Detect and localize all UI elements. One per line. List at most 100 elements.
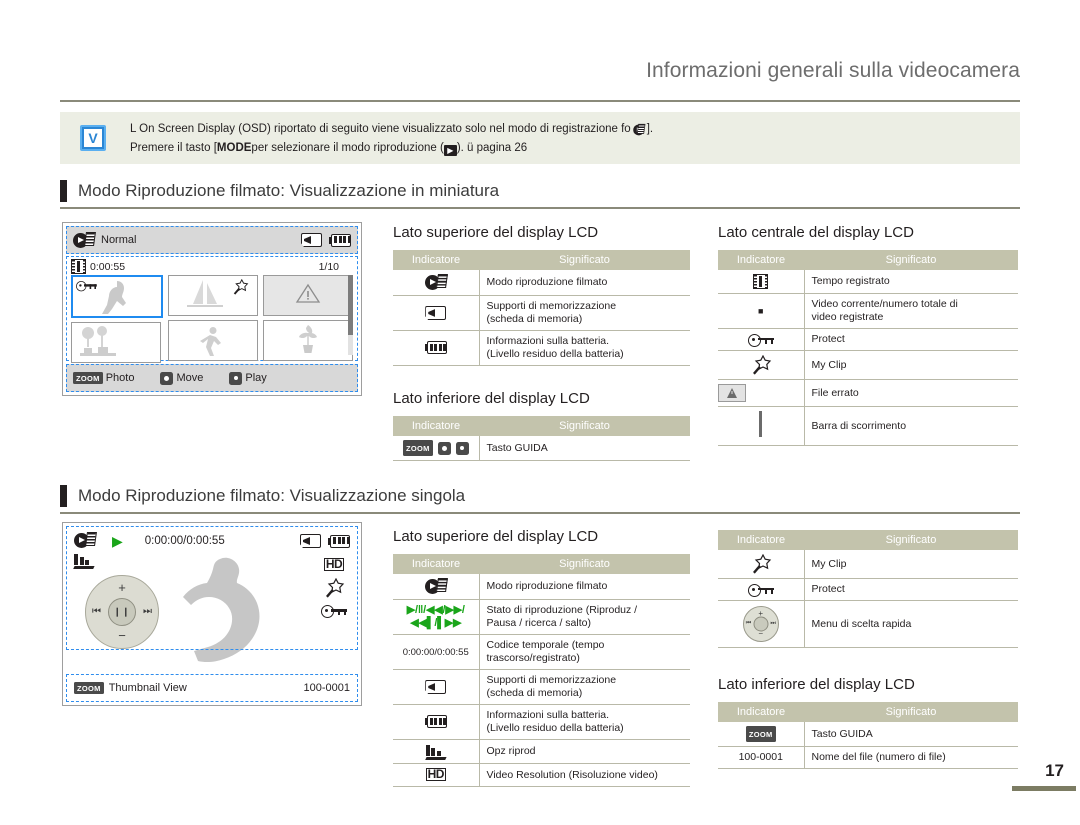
my-clip-icon: [750, 355, 772, 375]
cell-meaning: Tempo registrato: [804, 270, 1018, 294]
table-row: 100-0001 Nome del file (numero di file): [718, 746, 1018, 769]
cell-indicator: [393, 330, 480, 366]
col-meaning: Significato: [479, 416, 690, 436]
cell-indicator: [718, 406, 805, 446]
table-row: File errato: [718, 379, 1018, 407]
note-text: L On Screen Display (OSD) riportato di s…: [130, 120, 1012, 158]
meaning-line-1: Protect: [811, 583, 845, 595]
table-row: Protect: [718, 328, 1018, 351]
thumbnail-cell[interactable]: [168, 275, 258, 316]
error-file-icon: [295, 282, 321, 309]
col-meaning: Significato: [804, 250, 1018, 270]
dial-next-icon[interactable]: ⏭: [143, 607, 152, 617]
cell-indicator: [393, 739, 480, 764]
memory-card-icon: [425, 306, 447, 320]
table-row: ■ Video corrente/numero totale di video …: [718, 293, 1018, 329]
table-header-row: Indicatore Significato: [718, 702, 1018, 722]
guide-play[interactable]: Play: [229, 371, 267, 385]
dial-down-icon[interactable]: −: [118, 629, 126, 642]
table-thumb-center: Indicatore Significato Tempo registrato …: [718, 250, 1018, 446]
lcd-bottom-bar: ZOOM Photo Move Play: [66, 364, 358, 392]
cell-meaning: Stato di riproduzione (Riproduz / Pausa …: [479, 599, 690, 635]
thumbnail-cell[interactable]: [263, 320, 353, 361]
cell-indicator: ■: [718, 293, 805, 329]
meaning-line-1: Protect: [811, 333, 845, 345]
battery-icon: [424, 341, 447, 355]
my-clip-icon: [323, 578, 345, 598]
thumbnail-cell[interactable]: [168, 320, 258, 361]
memory-card-icon: [300, 534, 321, 548]
col-indicator: Indicatore: [393, 416, 479, 436]
col-meaning: Significato: [479, 250, 690, 270]
table-row: Protect: [718, 578, 1018, 601]
scroll-thumb[interactable]: [348, 275, 353, 335]
table-row: Tempo registrato: [718, 270, 1018, 294]
table-row: HD Video Resolution (Risoluzione video): [393, 763, 690, 787]
meaning-line-1: Tasto GUIDA: [486, 441, 548, 454]
cell-meaning: Informazioni sulla batteria. (Livello re…: [479, 704, 690, 740]
cell-indicator: [718, 270, 805, 294]
zoom-button-icon: ZOOM: [402, 440, 433, 456]
quick-menu-dial-icon[interactable]: + − ⏮ ⏭ ❙❙: [85, 575, 159, 649]
timecode-text: 0:00:00/0:00:55: [402, 646, 469, 658]
meaning-line-2: Pausa / ricerca / salto): [486, 617, 591, 629]
cell-indicator: ZOOM: [718, 722, 805, 747]
cell-meaning: Supporti di memorizzazione (scheda di me…: [479, 669, 690, 705]
table-header-row: Indicatore Significato: [718, 250, 1018, 270]
meaning-line-1: Tempo registrato: [811, 275, 890, 287]
table-row: Modo riproduzione filmato: [393, 574, 690, 600]
battery-icon: [424, 715, 447, 729]
page-title: Informazioni generali sulla videocamera: [646, 59, 1020, 82]
cell-indicator: ZOOM: [393, 436, 480, 461]
subhead-bottom-lcd-1: Lato inferiore del display LCD: [393, 390, 590, 407]
table-row: My Clip: [718, 550, 1018, 579]
note-box: V L On Screen Display (OSD) riportato di…: [60, 112, 1020, 164]
lcd-top-bar: Normal: [66, 226, 358, 254]
table-single-top: Indicatore Significato Modo riproduzione…: [393, 554, 690, 787]
table-header-row: Indicatore Significato: [393, 250, 690, 270]
scroll-bar[interactable]: [348, 275, 353, 355]
cell-meaning: Menu di scelta rapida: [804, 600, 1018, 648]
cell-meaning: Video Resolution (Risoluzione video): [479, 763, 690, 787]
guide-photo-label: Photo: [105, 372, 135, 384]
section-title: Modo Riproduzione filmato: Visualizzazio…: [78, 486, 466, 505]
thumbnail-cell-error[interactable]: [263, 275, 353, 316]
thumbnail-cell[interactable]: [71, 275, 163, 318]
guide-move[interactable]: Move: [160, 371, 203, 385]
table-row: 0:00:00/0:00:55 Codice temporale (tempo …: [393, 634, 690, 670]
cell-meaning: Modo riproduzione filmato: [479, 574, 690, 600]
meaning-line-1: My Clip: [811, 557, 847, 570]
lcd-thumbnail-grid-zone: 0:00:55 1/10: [66, 256, 358, 363]
note-line-2: Premere il tasto [MODEper selezionare il…: [130, 139, 1012, 158]
thumbnail-grid: [71, 275, 353, 363]
counter-icon: ■: [758, 305, 764, 316]
guide-photo[interactable]: ZOOM Photo: [73, 372, 134, 384]
meaning-line-2: (scheda di memoria): [486, 313, 583, 325]
meaning-line-1: My Clip: [811, 358, 847, 371]
document-page: Informazioni generali sulla videocamera …: [0, 0, 1080, 825]
cell-indicator: [718, 328, 805, 351]
cell-indicator: [393, 704, 480, 740]
dial-prev-icon[interactable]: ⏮: [92, 607, 101, 617]
protect-key-icon: [321, 605, 347, 618]
dial-next-icon: ⏭: [770, 620, 776, 627]
dial-up-icon[interactable]: +: [118, 581, 126, 594]
table-row: ZOOM Tasto GUIDA: [393, 436, 690, 461]
cell-indicator: [393, 270, 480, 296]
section-marker: [60, 180, 67, 202]
lcd-header-row: ▶ 0:00:00/0:00:55: [74, 532, 350, 549]
meaning-line-1: Stato di riproduzione (Riproduz /: [486, 604, 638, 616]
meaning-line-1: Modo riproduzione filmato: [486, 276, 608, 288]
film-time-icon: [753, 274, 769, 289]
movie-play-icon: [73, 231, 96, 249]
col-indicator: Indicatore: [393, 554, 479, 574]
cell-meaning: My Clip: [804, 350, 1018, 380]
thumbnail-cell[interactable]: [71, 322, 161, 363]
cell-meaning: Opz riprod: [479, 739, 690, 764]
section-marker: [60, 485, 67, 507]
cell-meaning: Codice temporale (tempo trascorso/regist…: [479, 634, 690, 670]
meaning-line-1: Menu di scelta rapida: [811, 617, 912, 630]
table-header-row: Indicatore Significato: [393, 554, 690, 574]
cell-meaning: Tasto GUIDA: [804, 722, 1018, 747]
cell-indicator: HD: [393, 763, 480, 787]
